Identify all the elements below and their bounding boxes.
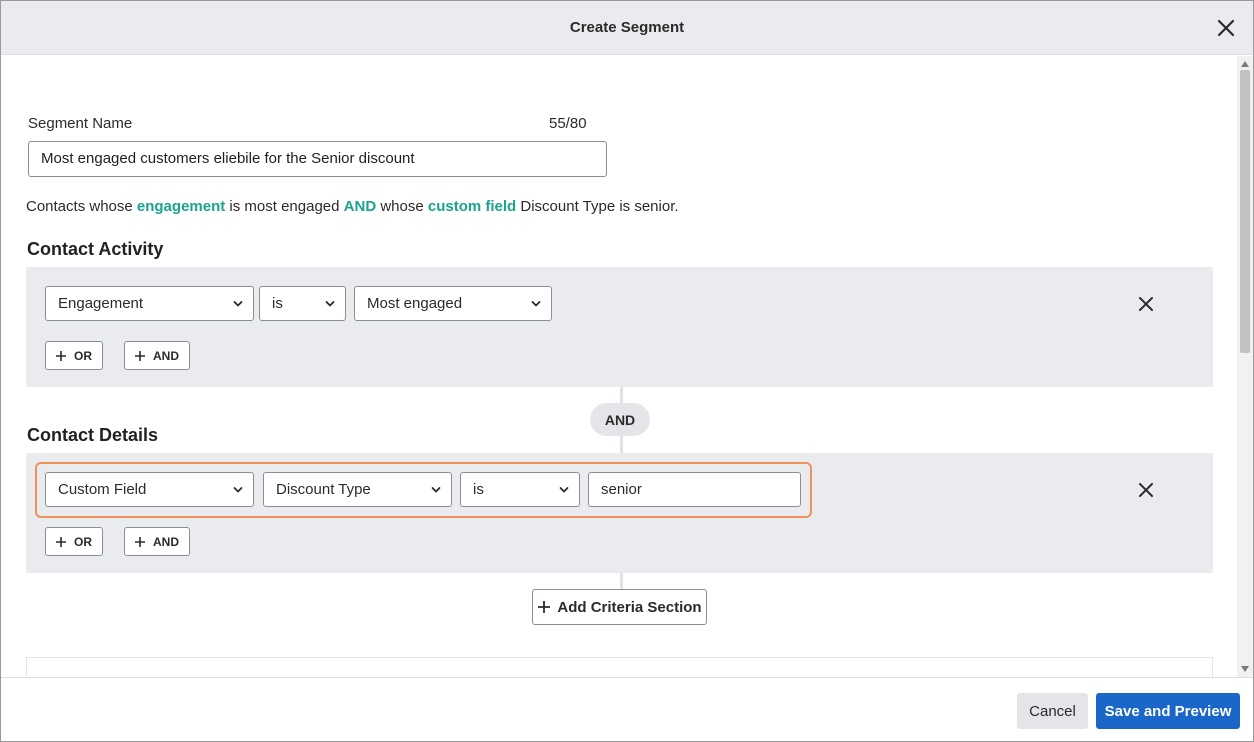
- summary-text: Contacts whose: [26, 198, 137, 215]
- scroll-thumb[interactable]: [1240, 70, 1250, 353]
- plus-icon: [134, 536, 146, 548]
- segment-name-label: Segment Name: [28, 115, 133, 132]
- cancel-button[interactable]: Cancel: [1017, 693, 1088, 729]
- and-connector-badge: AND: [590, 403, 650, 436]
- contact-activity-title: Contact Activity: [27, 239, 164, 259]
- button-label: OR: [74, 534, 92, 549]
- summary-text: whose: [376, 198, 428, 215]
- scroll-down-arrow-icon[interactable]: [1241, 666, 1249, 672]
- dialog-title: Create Segment: [569, 19, 685, 36]
- save-and-preview-button[interactable]: Save and Preview: [1096, 693, 1240, 729]
- summary-text: is most engaged: [225, 198, 344, 215]
- contact-activity-panel: Engagement is Most engaged OR AND: [26, 267, 1213, 387]
- connector-line: [620, 573, 623, 589]
- chevron-down-icon: [325, 299, 335, 309]
- add-criteria-section-button[interactable]: Add Criteria Section: [532, 589, 707, 625]
- select-value: is: [272, 295, 283, 312]
- segment-name-input[interactable]: Most engaged customers eliebile for the …: [28, 141, 607, 177]
- highlighted-criteria-row: [35, 462, 812, 518]
- plus-icon: [55, 536, 67, 548]
- create-segment-dialog: Create Segment Segment Name 55/80 Most e…: [0, 0, 1254, 742]
- chevron-down-icon: [233, 299, 243, 309]
- select-value: Engagement: [58, 295, 144, 312]
- chevron-down-icon: [531, 299, 541, 309]
- add-and-button[interactable]: AND: [124, 341, 190, 370]
- add-or-button[interactable]: OR: [45, 527, 103, 556]
- summary-and: AND: [343, 198, 377, 215]
- summary-link-custom-field[interactable]: custom field: [428, 198, 516, 215]
- button-label: OR: [74, 348, 92, 363]
- engagement-operator-select[interactable]: is: [259, 286, 346, 321]
- engagement-value-select[interactable]: Most engaged: [354, 286, 552, 321]
- scroll-up-arrow-icon[interactable]: [1241, 61, 1249, 67]
- button-label: AND: [153, 348, 179, 363]
- preview-panel: [26, 657, 1213, 677]
- button-label: AND: [153, 534, 179, 549]
- add-or-button[interactable]: OR: [45, 341, 103, 370]
- plus-icon: [537, 600, 551, 614]
- segment-summary: Contacts whose engagement is most engage…: [26, 198, 679, 215]
- remove-row-icon[interactable]: [1137, 295, 1155, 313]
- dialog-header: Create Segment: [1, 1, 1253, 55]
- summary-link-engagement[interactable]: engagement: [137, 198, 225, 215]
- contact-details-title: Contact Details: [27, 425, 159, 445]
- add-and-button[interactable]: AND: [124, 527, 190, 556]
- dialog-content: Segment Name 55/80 Most engaged customer…: [1, 56, 1237, 677]
- summary-text: Discount Type is senior.: [516, 198, 679, 215]
- remove-row-icon[interactable]: [1137, 481, 1155, 499]
- segment-name-char-count: 55/80: [549, 115, 587, 132]
- engagement-field-select[interactable]: Engagement: [45, 286, 254, 321]
- button-label: Add Criteria Section: [557, 598, 702, 616]
- plus-icon: [134, 350, 146, 362]
- plus-icon: [55, 350, 67, 362]
- close-icon[interactable]: [1215, 17, 1237, 39]
- dialog-footer: Cancel Save and Preview: [1, 677, 1253, 741]
- select-value: Most engaged: [367, 295, 463, 312]
- vertical-scrollbar[interactable]: [1237, 56, 1253, 677]
